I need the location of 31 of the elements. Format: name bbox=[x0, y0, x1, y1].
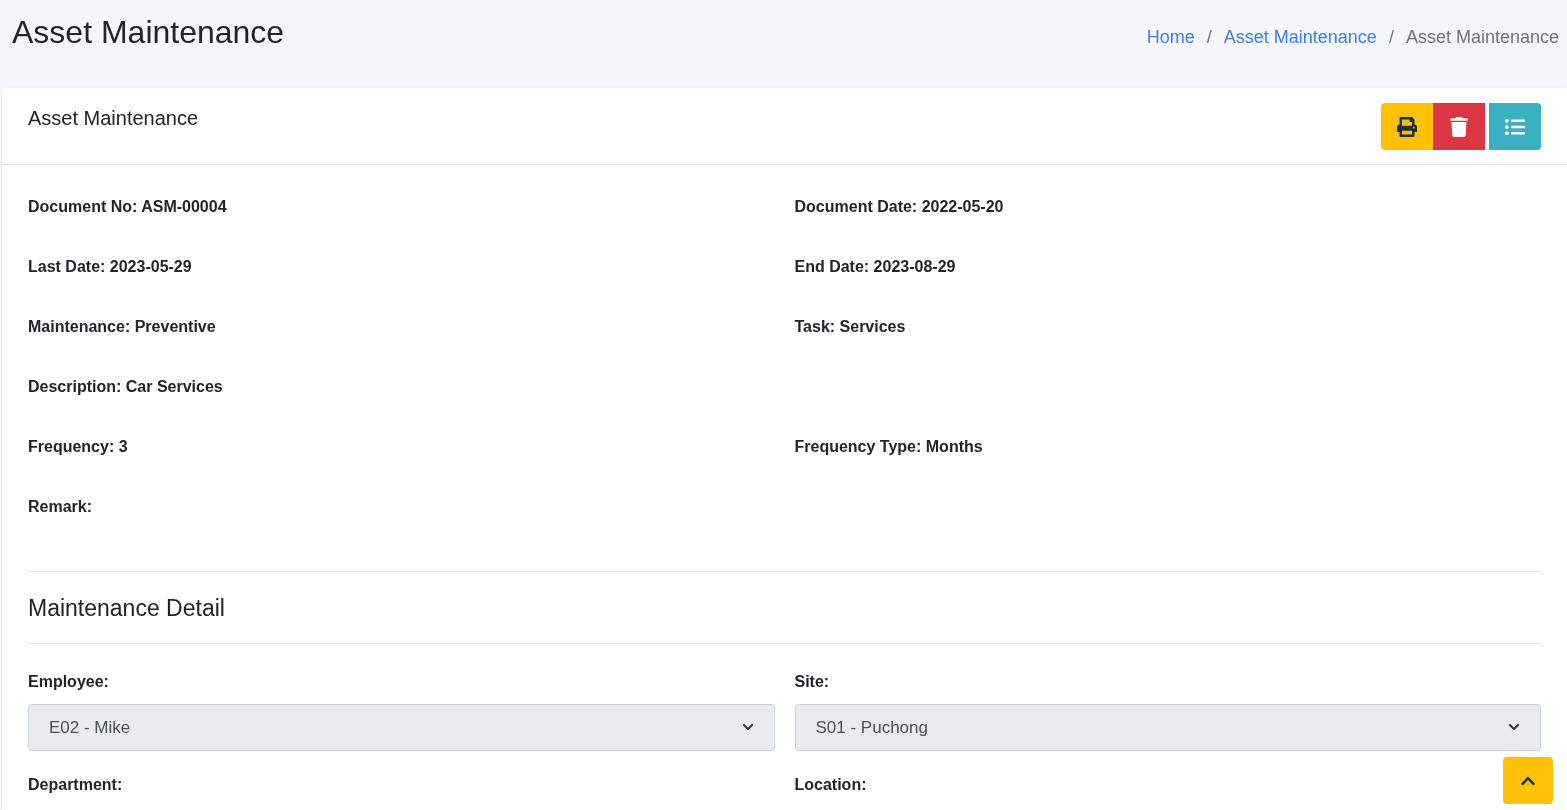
info-field: Task: Services bbox=[794, 315, 1541, 375]
print-button[interactable] bbox=[1381, 103, 1433, 150]
breadcrumb-link[interactable]: Asset Maintenance bbox=[1405, 24, 1559, 51]
info-field: Maintenance: Preventive bbox=[28, 315, 775, 375]
field-label: Location: bbox=[794, 774, 867, 795]
info-field: End Date: 2023-08-29 bbox=[794, 255, 1541, 315]
trash-icon bbox=[1449, 116, 1469, 137]
delete-button[interactable] bbox=[1433, 103, 1485, 150]
info-field: Frequency Type: Months bbox=[794, 435, 1541, 495]
printer-icon bbox=[1397, 116, 1417, 137]
info-field: Remark: bbox=[28, 495, 775, 555]
select-field[interactable]: E02 - Mike bbox=[28, 703, 775, 751]
info-field: Frequency: 3 bbox=[28, 435, 775, 495]
select-field[interactable]: S01 - Puchong bbox=[794, 703, 1541, 751]
card-title: Asset Maintenance bbox=[28, 106, 199, 131]
breadcrumb-link[interactable]: Asset Maintenance bbox=[1223, 24, 1377, 51]
info-field: Last Date: 2023-05-29 bbox=[28, 255, 775, 315]
section-title: Maintenance Detail bbox=[28, 594, 226, 623]
breadcrumb-separator: / bbox=[1206, 26, 1212, 49]
field-label: Employee: bbox=[28, 671, 109, 692]
info-field: Document No: ASM-00004 bbox=[28, 195, 775, 255]
breadcrumb-separator: / bbox=[1388, 26, 1394, 49]
info-field: Description: Car Services bbox=[28, 375, 775, 435]
page-title: Asset Maintenance bbox=[12, 16, 285, 48]
field-label: Department: bbox=[28, 774, 123, 795]
scroll-top-button[interactable] bbox=[1503, 757, 1553, 804]
field-label: Site: bbox=[794, 671, 830, 692]
list-button[interactable] bbox=[1489, 103, 1541, 150]
info-field: Document Date: 2022-05-20 bbox=[794, 195, 1541, 255]
breadcrumb-link[interactable]: Home bbox=[1146, 24, 1195, 51]
list-icon bbox=[1505, 116, 1525, 137]
